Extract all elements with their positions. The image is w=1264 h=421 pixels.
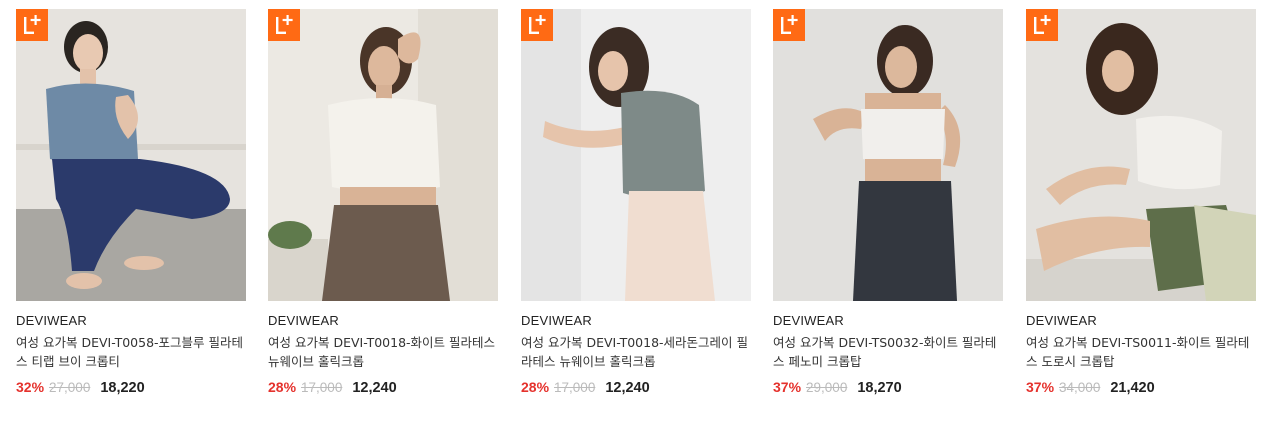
- original-price: 29,000: [806, 380, 848, 395]
- lplus-badge-icon: [16, 9, 48, 41]
- product-card[interactable]: DEVIWEAR 여성 요가복 DEVI-T0058-포그블루 필라테스 티랩 …: [16, 9, 246, 397]
- original-price: 17,000: [554, 380, 596, 395]
- product-card[interactable]: DEVIWEAR 여성 요가복 DEVI-T0018-화이트 필라테스 뉴웨이브…: [268, 9, 498, 397]
- product-image[interactable]: [16, 9, 246, 301]
- product-brand[interactable]: DEVIWEAR: [268, 313, 498, 329]
- discount-rate: 37%: [773, 379, 802, 395]
- product-brand[interactable]: DEVIWEAR: [773, 313, 1003, 329]
- price-row: 37% 29,000 18,270: [773, 379, 1003, 397]
- product-card[interactable]: DEVIWEAR 여성 요가복 DEVI-TS0032-화이트 필라테스 페노미…: [773, 9, 1003, 397]
- product-photo: [16, 9, 246, 301]
- discount-rate: 28%: [521, 379, 550, 395]
- product-brand[interactable]: DEVIWEAR: [16, 313, 246, 329]
- price-row: 28% 17,000 12,240: [268, 379, 498, 397]
- original-price: 17,000: [301, 380, 343, 395]
- sale-price: 12,240: [605, 380, 650, 396]
- product-photo: [268, 9, 498, 301]
- sale-price: 12,240: [352, 380, 397, 396]
- price-row: 37% 34,000 21,420: [1026, 379, 1256, 397]
- product-name[interactable]: 여성 요가복 DEVI-T0018-세라돈그레이 필라테스 뉴웨이브 홀릭크롭: [521, 333, 751, 371]
- lplus-badge-icon: [1026, 9, 1058, 41]
- sale-price: 18,270: [857, 380, 902, 396]
- product-name[interactable]: 여성 요가복 DEVI-T0018-화이트 필라테스 뉴웨이브 홀릭크롭: [268, 333, 498, 371]
- original-price: 27,000: [49, 380, 91, 395]
- product-image[interactable]: [773, 9, 1003, 301]
- lplus-badge-icon: [773, 9, 805, 41]
- discount-rate: 37%: [1026, 379, 1055, 395]
- product-brand[interactable]: DEVIWEAR: [521, 313, 751, 329]
- product-name[interactable]: 여성 요가복 DEVI-T0058-포그블루 필라테스 티랩 브이 크롭티: [16, 333, 246, 371]
- product-name[interactable]: 여성 요가복 DEVI-TS0011-화이트 필라테스 도로시 크롭탑: [1026, 333, 1256, 371]
- lplus-badge-icon: [521, 9, 553, 41]
- product-photo: [773, 9, 1003, 301]
- product-card[interactable]: DEVIWEAR 여성 요가복 DEVI-T0018-세라돈그레이 필라테스 뉴…: [521, 9, 751, 397]
- original-price: 34,000: [1059, 380, 1101, 395]
- product-image[interactable]: [268, 9, 498, 301]
- product-grid: DEVIWEAR 여성 요가복 DEVI-T0058-포그블루 필라테스 티랩 …: [0, 0, 1264, 421]
- product-photo: [521, 9, 751, 301]
- price-row: 28% 17,000 12,240: [521, 379, 751, 397]
- sale-price: 21,420: [1110, 380, 1155, 396]
- product-photo: [1026, 9, 1256, 301]
- sale-price: 18,220: [100, 380, 145, 396]
- discount-rate: 32%: [16, 379, 45, 395]
- lplus-badge-icon: [268, 9, 300, 41]
- product-image[interactable]: [521, 9, 751, 301]
- price-row: 32% 27,000 18,220: [16, 379, 246, 397]
- product-brand[interactable]: DEVIWEAR: [1026, 313, 1256, 329]
- product-name[interactable]: 여성 요가복 DEVI-TS0032-화이트 필라테스 페노미 크롭탑: [773, 333, 1003, 371]
- discount-rate: 28%: [268, 379, 297, 395]
- product-card[interactable]: DEVIWEAR 여성 요가복 DEVI-TS0011-화이트 필라테스 도로시…: [1026, 9, 1256, 397]
- product-image[interactable]: [1026, 9, 1256, 301]
